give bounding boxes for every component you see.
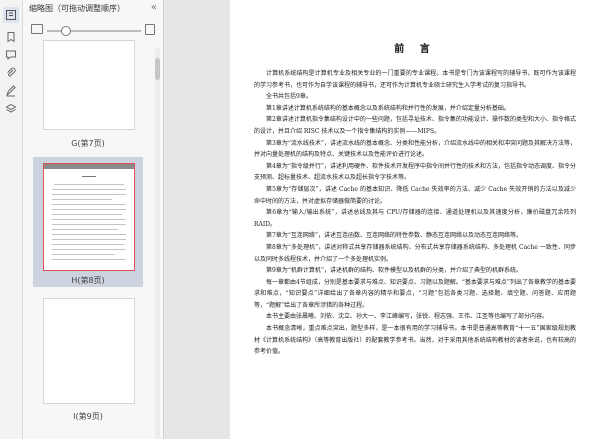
thumbnail-page-7[interactable]: G(第7页) bbox=[33, 40, 143, 152]
thumbnail-text-line bbox=[52, 259, 126, 260]
thumbnail-panel: 缩略图（可拖动调整顺序） « G(第7页) H(第8页) I(第9页) bbox=[23, 0, 164, 439]
document-view[interactable]: 前 言 计算机系统结构是计算机专业及相关专业的一门重要的专业课程。本书是专门为该… bbox=[164, 0, 600, 439]
thumbnail-text-line bbox=[52, 209, 126, 210]
collapse-panel-icon[interactable]: « bbox=[151, 2, 157, 13]
thumbnails-icon-glyph bbox=[6, 10, 16, 20]
thumbnail-text-line bbox=[52, 239, 126, 240]
paragraph: 第8章为“多处理机”，讲述对称式共享存储器系统结构、分布式共享存储器系统结构、多… bbox=[254, 243, 576, 263]
thumbnail-text-line bbox=[52, 224, 126, 225]
paragraph: 第7章为“互连网络”，讲述互连函数、互连网络的特性参数、静态互连网络以及动态互连… bbox=[266, 232, 522, 240]
zoom-out-icon[interactable] bbox=[31, 24, 43, 34]
paragraph: 第1章讲述计算机系统结构的基本概念以及系统结构和并行性的发展，并介绍定量分析基础… bbox=[266, 104, 510, 112]
thumbnail-page-8[interactable]: H(第8页) bbox=[33, 157, 143, 287]
paragraph: 第4章为“指令级并行”，讲述利用硬件、软件技术开发程序中指令间并行性的技术和方法… bbox=[254, 162, 576, 182]
thumbnail-title-line bbox=[82, 176, 96, 177]
thumbnail-text-line bbox=[54, 184, 124, 185]
thumbnail-scrollbar[interactable] bbox=[155, 48, 160, 439]
thumbnails-icon[interactable] bbox=[3, 7, 19, 23]
thumbnail-text-line bbox=[52, 234, 126, 235]
thumbnail-text-line bbox=[52, 204, 126, 205]
thumbnail-label: I(第9页) bbox=[73, 412, 103, 421]
page-body: 计算机系统结构是计算机专业及相关专业的一门重要的专业课程。本书是专门为该课程写的… bbox=[254, 68, 576, 358]
thumbnail-panel-title: 缩略图（可拖动调整顺序） bbox=[29, 4, 125, 13]
thumbnail-text-line bbox=[52, 199, 112, 200]
thumbnail-page-9[interactable]: I(第9页) bbox=[33, 298, 143, 426]
side-toolbar bbox=[0, 0, 23, 439]
thumbnail-text-line bbox=[52, 244, 124, 245]
layers-icon-glyph bbox=[5, 103, 17, 113]
thumbnail-page-preview bbox=[43, 40, 135, 130]
paragraph: 计算机系统结构是计算机专业及相关专业的一门重要的专业课程。本书是专门为该课程写的… bbox=[254, 70, 576, 89]
comment-icon-glyph bbox=[6, 50, 16, 61]
document-page: 前 言 计算机系统结构是计算机专业及相关专业的一门重要的专业课程。本书是专门为该… bbox=[230, 0, 600, 439]
attachment-icon[interactable] bbox=[3, 65, 19, 81]
signature-icon[interactable] bbox=[3, 83, 19, 99]
thumbnail-text-line bbox=[52, 219, 126, 220]
thumbnail-label: H(第8页) bbox=[71, 276, 105, 285]
thumbnail-zoom-control bbox=[23, 22, 163, 40]
thumbnail-page-preview bbox=[43, 163, 135, 271]
layers-icon[interactable] bbox=[3, 101, 19, 117]
thumbnail-text-line bbox=[52, 189, 126, 190]
paragraph: 每一章都由4节组成，分别是基本要求与难点、知识要点、习题以及题解。“基本要求与难… bbox=[254, 278, 576, 309]
bookmark-icon[interactable] bbox=[3, 29, 19, 45]
thumbnail-scrollbar-thumb[interactable] bbox=[155, 58, 160, 80]
thumbnail-label: G(第7页) bbox=[71, 139, 105, 148]
zoom-slider-handle[interactable] bbox=[61, 26, 71, 36]
thumbnail-page-preview bbox=[43, 298, 135, 404]
thumbnail-text-line bbox=[52, 249, 126, 250]
paragraph: 本书概念清晰，重点难点突出，题型多样，是一本很有用的学习辅导书。本书是普通高等教… bbox=[254, 325, 576, 356]
paragraph: 第5章为“存储层次”，讲述 Cache 的基本知识、降低 Cache 失效率的方… bbox=[254, 185, 576, 205]
paragraph: 第3章为“流水线技术”，讲述流水线的基本概念、分类和性能分析，介绍流水线中的相关… bbox=[254, 139, 576, 159]
attachment-icon-glyph bbox=[7, 67, 16, 77]
paragraph: 本书主要由张晨曦、刘依、沈立、孙大一、李江峰编写，张锐、程志强、王伟、江圣等也编… bbox=[266, 313, 549, 321]
page-title: 前 言 bbox=[394, 44, 436, 55]
thumbnail-text-line bbox=[52, 194, 126, 195]
paragraph: 全书共包括9章。 bbox=[266, 93, 312, 101]
zoom-in-icon[interactable] bbox=[145, 24, 155, 35]
thumbnail-header-bar bbox=[44, 164, 134, 169]
thumbnail-text-line bbox=[52, 214, 122, 215]
thumbnail-panel-header: 缩略图（可拖动调整顺序） « bbox=[23, 0, 163, 18]
signature-icon-glyph bbox=[5, 85, 16, 97]
bookmark-icon-glyph bbox=[7, 32, 15, 43]
thumbnail-text-line bbox=[52, 229, 118, 230]
thumbnail-text-line bbox=[52, 254, 114, 255]
paragraph: 第2章讲述计算机指令集结构设计中的一些问题，包括寻址技术、指令集的功能设计、操作… bbox=[254, 116, 576, 135]
paragraph: 第9章为“机群计算机”，讲述机群的结构、软件模型以及机群的分类，并介绍了典型的机… bbox=[266, 267, 522, 275]
paragraph: 第6章为“输入/输出系统”，讲述总线及其与 CPU/存储器的连接、通道处理机以及… bbox=[254, 209, 576, 228]
comment-icon[interactable] bbox=[3, 47, 19, 63]
